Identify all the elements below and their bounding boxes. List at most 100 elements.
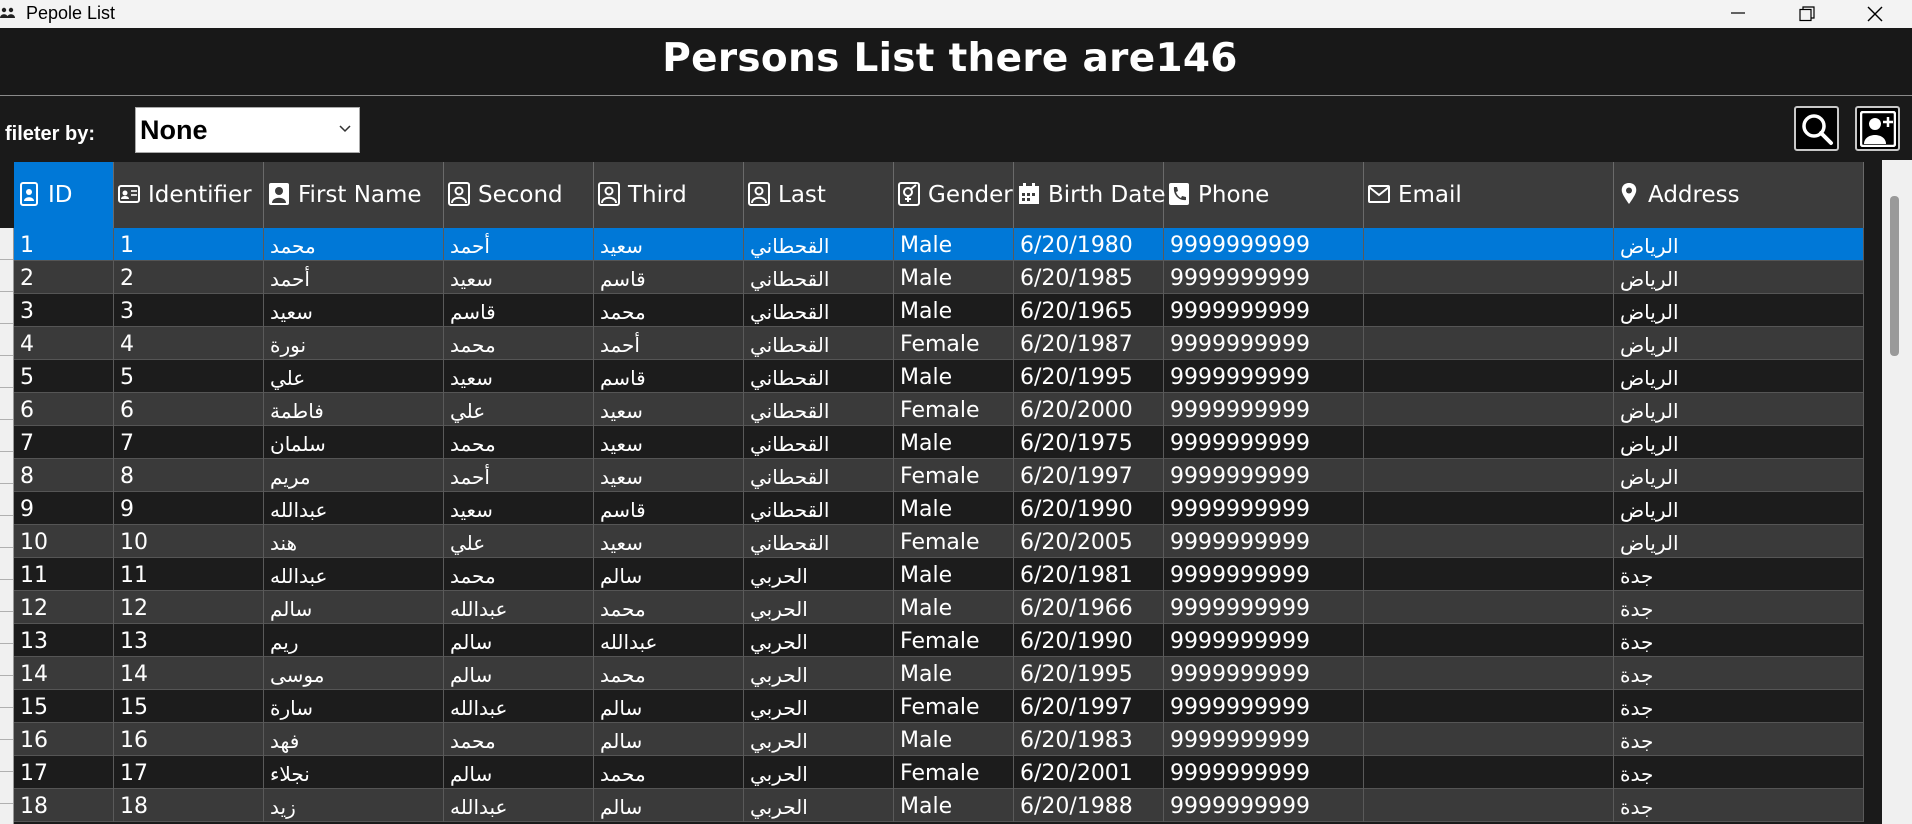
cell-address: الرياض [1614, 426, 1864, 459]
persons-grid[interactable]: ID Identifier First Name Second Third Last Gen… [0, 160, 1864, 824]
cell-last: القحطاني [744, 525, 894, 558]
table-row[interactable]: 14 14 موسى سالم محمد الحربي Male 6/20/1995 99999… [14, 657, 1864, 690]
row-header[interactable] [0, 388, 13, 420]
cell-phone: 9999999999 [1164, 228, 1364, 261]
table-row[interactable]: 1 1 محمد أحمد سعيد القحطاني Male 6/20/1980 99999… [14, 228, 1864, 261]
cell-birth-date: 6/20/1985 [1014, 261, 1164, 294]
column-header-address[interactable]: Address [1614, 162, 1864, 228]
table-row[interactable]: 2 2 أحمد سعيد قاسم القحطاني Male 6/20/1985 99999… [14, 261, 1864, 294]
search-button[interactable] [1794, 106, 1839, 151]
cell-email [1364, 558, 1614, 591]
cell-email [1364, 459, 1614, 492]
cell-gender: Female [894, 525, 1014, 558]
table-row[interactable]: 8 8 مريم أحمد سعيد القحطاني Female 6/20/1997 999… [14, 459, 1864, 492]
column-header-label: Gender [928, 182, 1013, 208]
column-header-label: Email [1398, 182, 1462, 208]
column-header-last[interactable]: Last [744, 162, 894, 228]
cell-phone: 9999999999 [1164, 360, 1364, 393]
column-header-phone[interactable]: Phone [1164, 162, 1364, 228]
column-header-birth-date[interactable]: Birth Date [1014, 162, 1166, 228]
row-header[interactable] [0, 324, 13, 356]
cell-email [1364, 657, 1614, 690]
column-header-id[interactable]: ID [14, 162, 114, 228]
cell-phone: 9999999999 [1164, 558, 1364, 591]
row-header[interactable] [0, 356, 13, 388]
cell-gender: Male [894, 228, 1014, 261]
close-button[interactable] [1840, 0, 1908, 28]
column-header-label: Second [478, 182, 563, 208]
row-header[interactable] [0, 612, 13, 644]
table-row[interactable]: 3 3 سعيد قاسم محمد القحطاني Male 6/20/1965 99999… [14, 294, 1864, 327]
column-header-email[interactable]: Email [1364, 162, 1614, 228]
table-row[interactable]: 7 7 سلمان محمد سعيد القحطاني Male 6/20/1975 9999… [14, 426, 1864, 459]
search-icon [1802, 114, 1833, 145]
table-row[interactable]: 4 4 نورة محمد أحمد القحطاني Female 6/20/1987 999… [14, 327, 1864, 360]
row-header[interactable] [0, 772, 13, 804]
table-row[interactable]: 12 12 سالم عبدالله محمد الحربي Male 6/20/1966 99… [14, 591, 1864, 624]
add-person-button[interactable] [1855, 106, 1900, 151]
table-row[interactable]: 11 11 عبدالله محمد سالم الحربي Male 6/20/1981 99… [14, 558, 1864, 591]
row-header[interactable] [0, 740, 13, 772]
person-outline-icon [448, 182, 470, 206]
cell-gender: Male [894, 789, 1014, 822]
column-header-gender[interactable]: Gender [894, 162, 1014, 228]
row-header[interactable] [0, 292, 13, 324]
column-header-first-name[interactable]: First Name [264, 162, 444, 228]
filter-select[interactable]: None [135, 107, 360, 153]
column-header-label: Third [628, 182, 687, 208]
table-row[interactable]: 17 17 نجلاء سالم محمد الحربي Female 6/20/2001 99… [14, 756, 1864, 789]
table-row[interactable]: 16 16 فهد محمد سالم الحربي Male 6/20/1983 999999… [14, 723, 1864, 756]
cell-address: الرياض [1614, 261, 1864, 294]
cell-gender: Male [894, 360, 1014, 393]
cell-third: قاسم [594, 261, 744, 294]
cell-second: سالم [444, 657, 594, 690]
column-header-second[interactable]: Second [444, 162, 594, 228]
row-header[interactable] [0, 644, 13, 676]
table-row[interactable]: 6 6 فاطمة علي سعيد القحطاني Female 6/20/2000 999… [14, 393, 1864, 426]
cell-phone: 9999999999 [1164, 393, 1364, 426]
column-header-third[interactable]: Third [594, 162, 744, 228]
row-header[interactable] [0, 548, 13, 580]
row-header[interactable] [0, 708, 13, 740]
row-header[interactable] [0, 452, 13, 484]
table-row[interactable]: 13 13 ريم سالم عبدالله الحربي Female 6/20/1990 9… [14, 624, 1864, 657]
table-row[interactable]: 15 15 سارة عبدالله سالم الحربي Female 6/20/1997… [14, 690, 1864, 723]
table-row[interactable]: 9 9 عبدالله سعيد قاسم القحطاني Male 6/20/1990 99… [14, 492, 1864, 525]
cell-first-name: نورة [264, 327, 444, 360]
cell-identifier: 18 [114, 789, 264, 822]
row-header[interactable] [0, 484, 13, 516]
chevron-down-icon [339, 125, 351, 133]
cell-identifier: 10 [114, 525, 264, 558]
cell-id: 2 [14, 261, 114, 294]
table-row[interactable]: 18 18 زيد عبدالله سالم الحربي Male 6/20/1988 999… [14, 789, 1864, 822]
restore-button[interactable] [1772, 0, 1840, 28]
cell-second: سالم [444, 756, 594, 789]
cell-gender: Male [894, 558, 1014, 591]
row-header[interactable] [0, 676, 13, 708]
cell-second: علي [444, 393, 594, 426]
column-header-label: Address [1648, 182, 1740, 208]
row-header[interactable] [0, 260, 13, 292]
cell-birth-date: 6/20/1965 [1014, 294, 1164, 327]
cell-identifier: 7 [114, 426, 264, 459]
table-row[interactable]: 10 10 هند علي سعيد القحطاني Female 6/20/2005 999… [14, 525, 1864, 558]
scrollbar-thumb[interactable] [1890, 196, 1899, 356]
row-header[interactable] [0, 228, 13, 260]
row-header[interactable] [0, 420, 13, 452]
cell-phone: 9999999999 [1164, 756, 1364, 789]
minimize-button[interactable] [1704, 0, 1772, 28]
vertical-scrollbar[interactable] [1882, 160, 1912, 824]
cell-first-name: فهد [264, 723, 444, 756]
cell-last: الحربي [744, 756, 894, 789]
column-header-identifier[interactable]: Identifier [114, 162, 264, 228]
minimize-icon [1731, 12, 1745, 14]
table-row[interactable]: 5 5 علي سعيد قاسم القحطاني Male 6/20/1995 999999… [14, 360, 1864, 393]
cell-address: جدة [1614, 657, 1864, 690]
cell-birth-date: 6/20/1988 [1014, 789, 1164, 822]
row-header[interactable] [0, 580, 13, 612]
cell-first-name: هند [264, 525, 444, 558]
cell-last: القحطاني [744, 393, 894, 426]
cell-id: 16 [14, 723, 114, 756]
cell-last: الحربي [744, 723, 894, 756]
row-header[interactable] [0, 516, 13, 548]
